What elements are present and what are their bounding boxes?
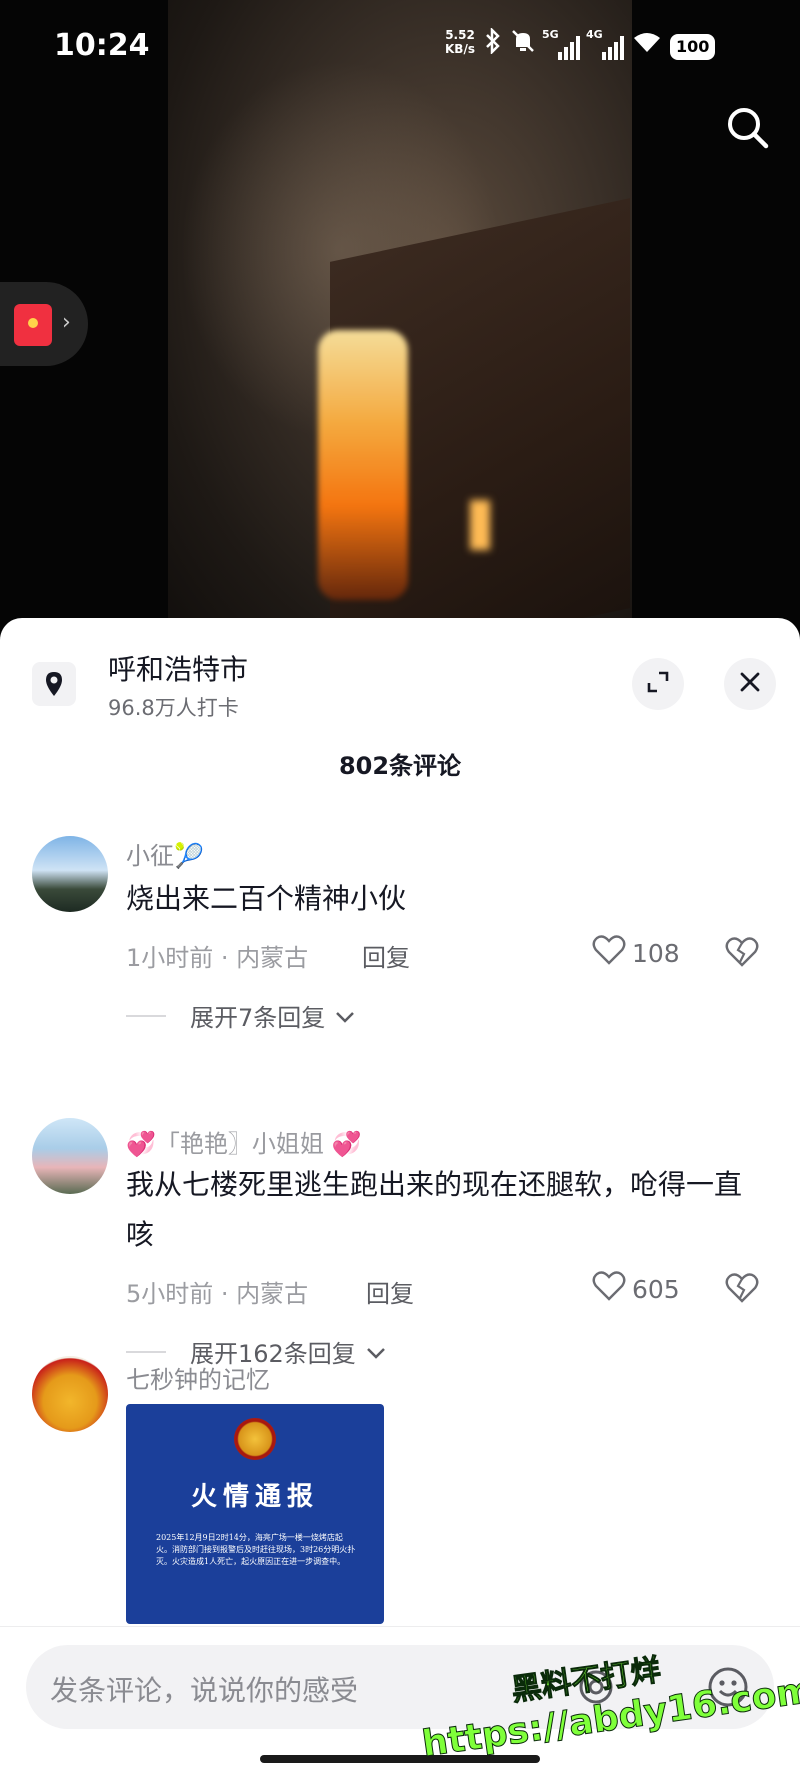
fire-spot xyxy=(470,500,490,550)
video-player[interactable] xyxy=(0,0,800,640)
red-packet-button[interactable]: › xyxy=(0,282,88,366)
signal-4g-label: 4G xyxy=(586,28,603,41)
fire-flames xyxy=(318,330,408,600)
red-envelope-icon xyxy=(14,304,52,346)
status-time: 10:24 xyxy=(54,28,150,63)
comment-username[interactable]: 💞「艳艳〗小姐姐 💞 xyxy=(126,1124,361,1159)
close-button[interactable] xyxy=(724,658,776,710)
chevron-down-icon xyxy=(335,1002,355,1030)
comment-username[interactable]: 小征🎾 xyxy=(126,836,204,871)
net-speed: 5.52 KB/s xyxy=(442,28,478,56)
comment-sheet: 呼和浩特市 96.8万人打卡 802条评论 小征🎾 烧出来二百个精神小伙 1小时… xyxy=(0,618,800,1778)
like-button[interactable]: 108 xyxy=(592,934,680,972)
notice-title: 火情通报 xyxy=(190,1482,319,1512)
expand-replies-button[interactable]: 展开7条回复 xyxy=(126,998,355,1033)
signal-5g-label: 5G xyxy=(542,28,559,41)
notice-body: 2025年12月9日2时14分，海亮广场一楼一烧烤店起火。消防部门接到报警后及时… xyxy=(156,1533,356,1566)
avatar[interactable] xyxy=(32,1356,108,1432)
dislike-icon[interactable] xyxy=(724,936,760,972)
comment-username[interactable]: 七秒钟的记忆 xyxy=(126,1360,270,1395)
comment-text: 我从七楼死里逃生跑出来的现在还腿软，呛得一直咳 xyxy=(126,1168,743,1251)
search-icon[interactable] xyxy=(724,104,772,152)
like-count: 605 xyxy=(632,1274,680,1304)
comment-meta: 1小时前 · 内蒙古 xyxy=(126,944,309,972)
comment-count: 802条评论 xyxy=(338,752,462,780)
chevron-right-icon: › xyxy=(62,310,71,335)
dislike-icon[interactable] xyxy=(724,1272,760,1308)
expand-replies-label: 展开7条回复 xyxy=(190,1004,326,1032)
location-checkins: 96.8万人打卡 xyxy=(108,696,239,720)
close-icon xyxy=(739,671,761,697)
signal-4g-icon: 4G xyxy=(586,28,624,60)
reply-button[interactable]: 回复 xyxy=(366,1274,414,1309)
comment-image[interactable]: 火情通报 2025年12月9日2时14分，海亮广场一楼一烧烤店起火。消防部门接到… xyxy=(126,1404,384,1624)
net-speed-value: 5.52 xyxy=(445,28,475,42)
heart-icon xyxy=(592,1270,626,1308)
signal-5g-icon: 5G xyxy=(542,28,580,60)
mute-bell-icon xyxy=(510,28,536,60)
battery-icon: 100 xyxy=(670,34,716,60)
like-button[interactable]: 605 xyxy=(592,1270,680,1308)
location-pin-icon[interactable] xyxy=(32,662,76,706)
expand-icon xyxy=(645,669,671,699)
comment-region: 内蒙古 xyxy=(236,944,309,972)
expand-sheet-button[interactable] xyxy=(632,658,684,710)
comment-time: 5小时前 xyxy=(126,1280,214,1308)
avatar[interactable] xyxy=(32,1118,108,1194)
police-badge-icon xyxy=(234,1418,276,1460)
reply-button[interactable]: 回复 xyxy=(362,938,410,973)
heart-icon xyxy=(592,934,626,972)
comment-region: 内蒙古 xyxy=(236,1280,309,1308)
divider xyxy=(126,1014,166,1017)
status-bar: 10:24 5.52 KB/s 5G 4G 100 xyxy=(0,0,800,96)
comment-time: 1小时前 xyxy=(126,944,214,972)
status-icons: 5G 4G 100 xyxy=(484,26,716,60)
net-speed-unit: KB/s xyxy=(445,42,475,56)
location-name[interactable]: 呼和浩特市 xyxy=(108,648,248,688)
comment-text: 烧出来二百个精神小伙 xyxy=(126,882,407,915)
like-count: 108 xyxy=(632,938,680,968)
divider xyxy=(126,1350,166,1353)
comment-meta: 5小时前 · 内蒙古 xyxy=(126,1280,309,1308)
avatar[interactable] xyxy=(32,836,108,912)
comment-input-placeholder: 发条评论，说说你的感受 xyxy=(50,1674,359,1707)
chevron-down-icon xyxy=(366,1338,386,1366)
wifi-icon xyxy=(632,30,662,60)
bluetooth-icon xyxy=(484,26,502,60)
